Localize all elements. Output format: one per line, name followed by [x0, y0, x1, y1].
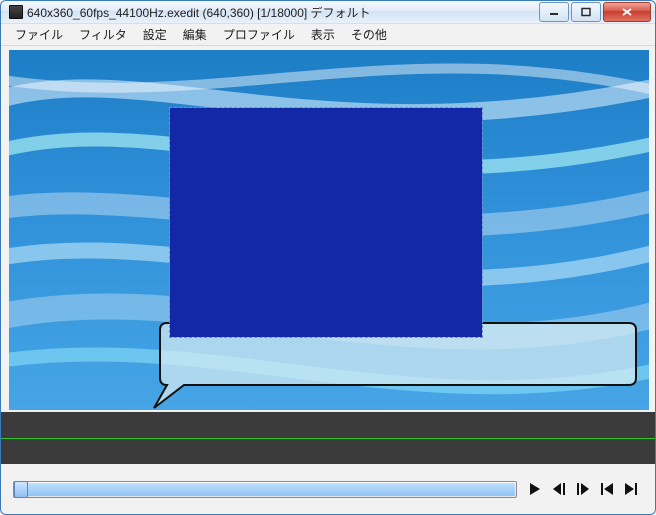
go-start-icon: [599, 482, 615, 496]
maximize-button[interactable]: [571, 2, 601, 22]
preview-canvas: [9, 50, 649, 410]
play-icon: [528, 482, 542, 496]
maximize-icon: [580, 7, 592, 17]
figure-rectangle: [170, 108, 482, 337]
transport-buttons: [523, 479, 643, 499]
menu-view[interactable]: 表示: [303, 24, 343, 45]
close-icon: [620, 7, 634, 17]
window-controls: [539, 2, 651, 22]
app-icon: [9, 5, 23, 19]
menu-filter[interactable]: フィルタ: [71, 24, 135, 45]
menu-settings[interactable]: 設定: [135, 24, 175, 45]
client-area: [1, 46, 655, 514]
go-end-button[interactable]: [619, 479, 643, 499]
menubar: ファイル フィルタ 設定 編集 プロファイル 表示 その他: [1, 24, 655, 46]
waveform-baseline: [1, 438, 655, 439]
step-back-button[interactable]: [547, 479, 571, 499]
preview-area: [1, 46, 655, 412]
titlebar: 640x360_60fps_44100Hz.exedit (640,360) […: [1, 1, 655, 24]
play-button[interactable]: [523, 479, 547, 499]
go-end-icon: [623, 482, 639, 496]
step-forward-icon: [575, 482, 591, 496]
playback-controls-row: [1, 474, 655, 504]
close-button[interactable]: [603, 2, 651, 22]
menu-profile[interactable]: プロファイル: [215, 24, 303, 45]
menu-edit[interactable]: 編集: [175, 24, 215, 45]
menu-other[interactable]: その他: [343, 24, 395, 45]
seek-fill: [27, 483, 515, 496]
app-window: 640x360_60fps_44100Hz.exedit (640,360) […: [0, 0, 656, 515]
go-start-button[interactable]: [595, 479, 619, 499]
minimize-button[interactable]: [539, 2, 569, 22]
audio-waveform-strip: [1, 412, 655, 464]
step-forward-button[interactable]: [571, 479, 595, 499]
figure-object-selected[interactable]: [169, 107, 483, 338]
seek-slider[interactable]: [13, 481, 517, 498]
step-back-icon: [551, 482, 567, 496]
window-title: 640x360_60fps_44100Hz.exedit (640,360) […: [27, 4, 371, 21]
minimize-icon: [548, 7, 560, 17]
menu-file[interactable]: ファイル: [7, 24, 71, 45]
seek-thumb[interactable]: [14, 481, 28, 498]
